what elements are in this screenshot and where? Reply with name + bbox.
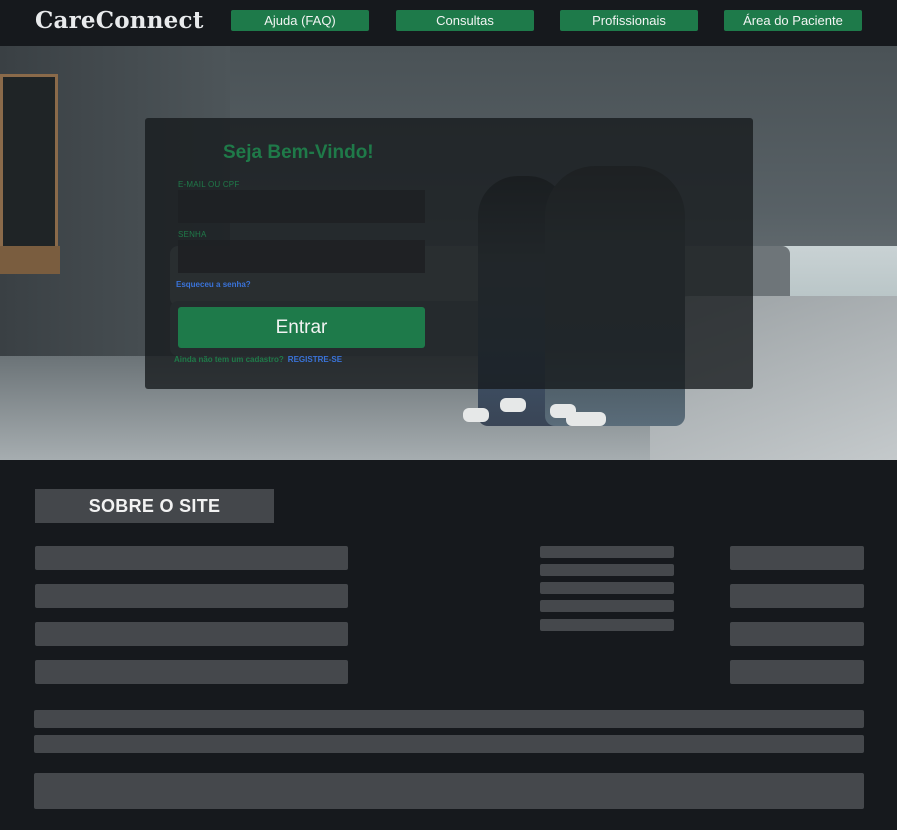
nav-profissionais-button[interactable]: Profissionais (560, 10, 698, 31)
forgot-password-link[interactable]: Esqueceu a senha? (176, 280, 251, 289)
placeholder-bar (730, 660, 864, 684)
top-navbar: CareConnect Ajuda (FAQ) Consultas Profis… (0, 0, 897, 46)
placeholder-bar (540, 582, 674, 594)
email-field[interactable] (178, 190, 425, 223)
hero-banner: Seja Bem-Vindo! E-MAIL OU CPF SENHA Esqu… (0, 46, 897, 460)
signup-prompt: Ainda não tem um cadastro? REGISTRE-SE (174, 355, 342, 364)
nav-faq-button[interactable]: Ajuda (FAQ) (231, 10, 369, 31)
about-section: SOBRE O SITE (0, 460, 897, 830)
password-field[interactable] (178, 240, 425, 273)
nav-area-paciente-button[interactable]: Área do Paciente (724, 10, 862, 31)
nav-consultas-button[interactable]: Consultas (396, 10, 534, 31)
email-label: E-MAIL OU CPF (178, 180, 240, 189)
placeholder-bar (540, 546, 674, 558)
hero-photo-shoe (566, 412, 606, 426)
login-card: Seja Bem-Vindo! E-MAIL OU CPF SENHA Esqu… (145, 118, 753, 389)
placeholder-bar (35, 584, 348, 608)
placeholder-bar (35, 546, 348, 570)
hero-photo-shoe (500, 398, 526, 412)
placeholder-bar (35, 660, 348, 684)
login-submit-button[interactable]: Entrar (178, 307, 425, 348)
placeholder-bar (34, 735, 864, 753)
placeholder-bar (34, 710, 864, 728)
placeholder-bar (730, 584, 864, 608)
login-title: Seja Bem-Vindo! (223, 142, 374, 163)
placeholder-bar (35, 622, 348, 646)
placeholder-bar (540, 564, 674, 576)
hero-photo-shoe (463, 408, 489, 422)
signup-question: Ainda não tem um cadastro? (174, 355, 284, 364)
placeholder-bar (730, 622, 864, 646)
placeholder-bar (34, 773, 864, 809)
about-title: SOBRE O SITE (35, 489, 274, 523)
signup-link[interactable]: REGISTRE-SE (288, 355, 342, 364)
password-label: SENHA (178, 230, 207, 239)
placeholder-bar (730, 546, 864, 570)
brand-logo[interactable]: CareConnect (35, 7, 204, 34)
placeholder-bar (540, 600, 674, 612)
hero-photo-tv (0, 74, 58, 249)
placeholder-bar (540, 619, 674, 631)
hero-photo-shelf (0, 246, 60, 274)
